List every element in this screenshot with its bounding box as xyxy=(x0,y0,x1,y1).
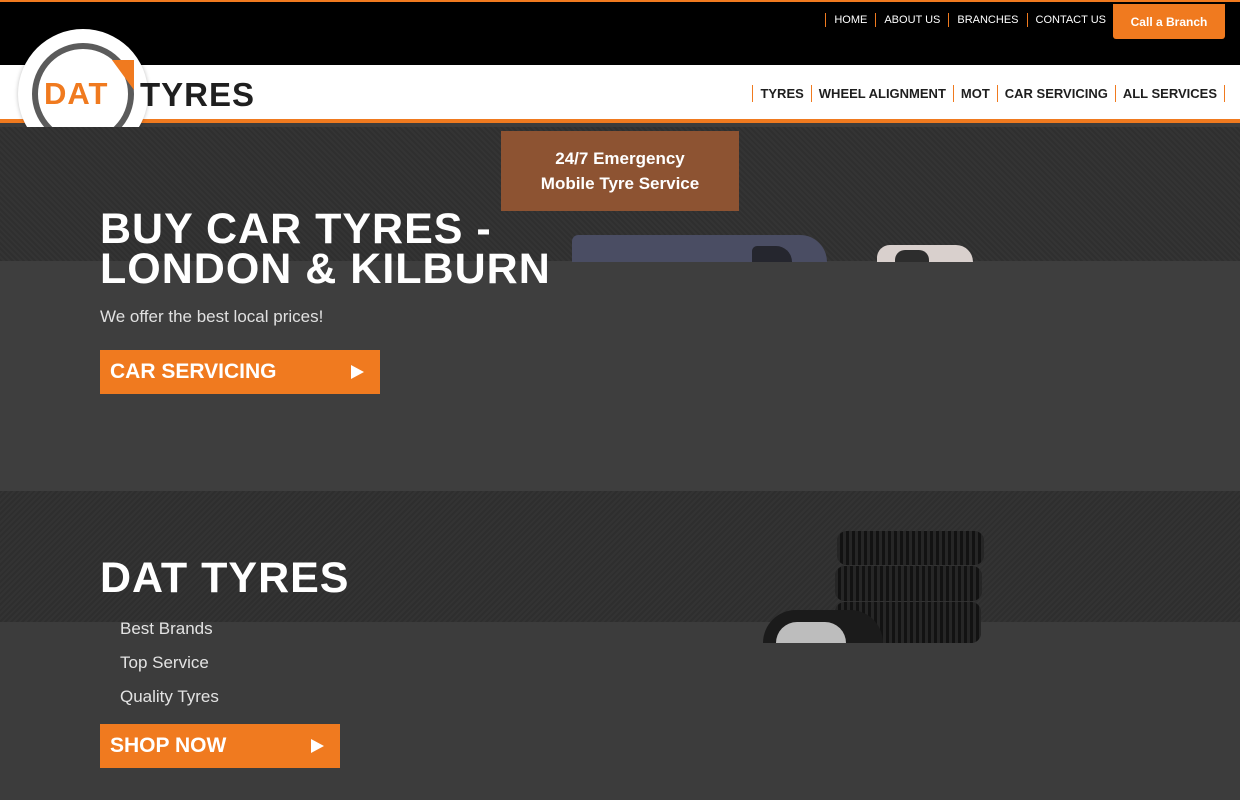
hero-title: BUY CAR TYRES - LONDON & KILBURN xyxy=(100,205,551,293)
top-link-home[interactable]: HOME xyxy=(825,13,875,27)
nav-wheel-alignment[interactable]: WHEEL ALIGNMENT xyxy=(810,85,953,102)
emergency-service-banner[interactable]: 24/7 Emergency Mobile Tyre Service xyxy=(501,131,739,211)
emergency-line-1: 24/7 Emergency xyxy=(555,149,685,168)
car-image xyxy=(877,245,973,262)
van-window xyxy=(752,246,792,262)
hero-section: 24/7 Emergency Mobile Tyre Service BUY C… xyxy=(0,127,1240,491)
nav-all-services[interactable]: ALL SERVICES xyxy=(1114,85,1225,102)
play-arrow-icon xyxy=(351,365,364,379)
nav-mot[interactable]: MOT xyxy=(952,85,997,102)
top-links: HOME ABOUT US BRANCHES CONTACT US xyxy=(825,13,1114,27)
car-servicing-button-label: CAR SERVICING xyxy=(110,360,277,383)
feature-item: Quality Tyres xyxy=(120,687,219,706)
brand-section: DAT TYRES Best Brands Top Service Qualit… xyxy=(0,491,1240,800)
logo-text-tyres: TYRES xyxy=(140,76,256,113)
call-branch-button[interactable]: Call a Branch xyxy=(1113,4,1225,39)
top-link-about-us[interactable]: ABOUT US xyxy=(875,13,948,27)
shop-now-button[interactable]: SHOP NOW xyxy=(100,724,340,768)
feature-list: Best Brands Top Service Quality Tyres xyxy=(120,612,219,714)
top-link-contact-us[interactable]: CONTACT US xyxy=(1026,13,1115,27)
hero-title-line-2: LONDON & KILBURN xyxy=(100,245,551,293)
tyre-rim-image xyxy=(776,622,846,643)
logo-wedge-icon xyxy=(112,60,134,90)
main-nav: TYRES WHEEL ALIGNMENT MOT CAR SERVICING … xyxy=(752,85,1225,102)
feature-item: Top Service xyxy=(120,653,209,672)
car-servicing-button[interactable]: CAR SERVICING xyxy=(100,350,380,394)
van-image xyxy=(572,235,827,262)
car-window xyxy=(895,250,929,262)
hero-subtitle: We offer the best local prices! xyxy=(100,307,324,326)
tyre-stack-top xyxy=(837,531,984,565)
feature-item: Best Brands xyxy=(120,619,213,638)
logo-text-dat: DAT xyxy=(44,76,109,111)
tyre-stack-middle xyxy=(835,566,982,601)
top-bar: HOME ABOUT US BRANCHES CONTACT US Call a… xyxy=(0,0,1240,65)
top-link-branches[interactable]: BRANCHES xyxy=(948,13,1026,27)
emergency-line-2: Mobile Tyre Service xyxy=(540,174,700,193)
nav-tyres[interactable]: TYRES xyxy=(752,85,810,102)
shop-now-button-label: SHOP NOW xyxy=(110,734,227,757)
nav-car-servicing[interactable]: CAR SERVICING xyxy=(996,85,1115,102)
page: HOME ABOUT US BRANCHES CONTACT US Call a… xyxy=(0,0,1240,800)
hero-title-line-1: BUY CAR TYRES - xyxy=(100,205,492,253)
play-arrow-icon xyxy=(311,739,324,753)
brand-title: DAT TYRES xyxy=(100,554,350,602)
